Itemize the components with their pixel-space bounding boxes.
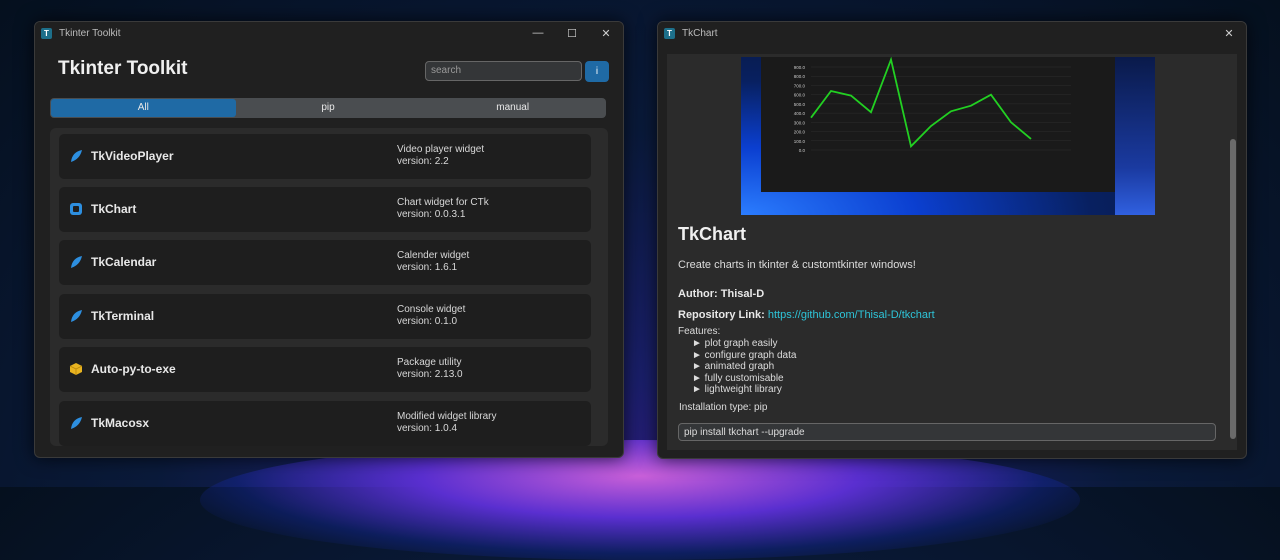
chart-preview: 900.0 800.0 700.0 600.0 500.0 400.0 300.0 200.0… (761, 57, 1121, 192)
list-item[interactable]: Auto-py-to-exe Package utility version: 2… (59, 347, 591, 392)
package-desc: Calender widget (397, 250, 470, 261)
page-title: Tkinter Toolkit (58, 58, 188, 79)
window-controls: ✕ (1212, 27, 1246, 40)
package-name: TkMacosx (91, 416, 150, 430)
preview-chart-svg: 900.0 800.0 700.0 600.0 500.0 400.0 300.0 200.0… (794, 57, 1071, 153)
package-version: version: 1.0.4 (397, 423, 458, 434)
features-list: ► plot graph easily ► configure graph da… (692, 338, 796, 396)
package-version: version: 1.6.1 (397, 262, 458, 273)
package-version: version: 0.0.3.1 (397, 209, 466, 220)
title-bar[interactable]: T Tkinter Toolkit — ☐ ✕ (35, 22, 623, 44)
search-input[interactable]: search (425, 61, 582, 81)
leaf-icon (71, 417, 82, 429)
app-icon: T (664, 27, 675, 39)
package-version: version: 0.1.0 (397, 316, 458, 327)
package-list[interactable]: TkVideoPlayer Video player widget version… (50, 128, 608, 446)
y-tick-label: 600.0 (794, 93, 806, 98)
package-desc: Video player widget (397, 144, 485, 155)
package-desc: Console widget (397, 304, 466, 315)
title-bar[interactable]: T TkChart ✕ (658, 22, 1246, 44)
install-command-field[interactable]: pip install tkchart --upgrade (678, 423, 1216, 441)
app-icon: T (41, 27, 52, 39)
package-info: Video player widget version: 2.2 (397, 144, 484, 168)
list-item[interactable]: TkVideoPlayer Video player widget version… (59, 134, 591, 179)
package-name: TkTerminal (91, 309, 155, 323)
repo-label: Repository Link: (678, 309, 768, 321)
package-name: TkVideoPlayer (91, 149, 174, 163)
package-name: TkCalendar (91, 255, 157, 269)
scrollbar[interactable] (1230, 139, 1236, 439)
feature-item: ► configure graph data (692, 349, 797, 361)
package-desc: Package utility (397, 357, 462, 368)
window-title: TkChart (682, 27, 718, 39)
package-info: Modified widget library version: 1.0.4 (397, 411, 497, 435)
package-desc: Chart widget for CTk (397, 197, 489, 208)
filter-pip[interactable]: pip (236, 99, 421, 117)
y-tick-label: 500.0 (794, 102, 806, 107)
minimize-icon[interactable]: — (521, 27, 555, 40)
y-tick-label: 200.0 (794, 130, 806, 135)
package-info: Calender widget version: 1.6.1 (397, 250, 469, 274)
maximize-icon[interactable]: ☐ (555, 27, 589, 40)
list-item[interactable]: TkMacosx Modified widget library version:… (59, 401, 591, 446)
list-item[interactable]: TkCalendar Calender widget version: 1.6.1 (59, 240, 591, 285)
feature-item: ► animated graph (692, 361, 775, 372)
feature-item: ► lightweight library (692, 384, 782, 395)
package-name: Auto-py-to-exe (91, 362, 176, 376)
toolkit-window: T Tkinter Toolkit — ☐ ✕ Tkinter Toolkit … (34, 21, 624, 458)
install-type: Installation type: pip (679, 402, 768, 413)
y-tick-label: 400.0 (794, 111, 806, 116)
window-title: Tkinter Toolkit (59, 27, 121, 39)
author: Author: Thisal-D (678, 288, 765, 300)
feature-item: ► fully customisable (692, 372, 784, 384)
features-heading: Features: (678, 326, 721, 337)
filter-manual[interactable]: manual (420, 99, 605, 117)
package-desc: Modified widget library (397, 411, 497, 422)
package-version: version: 2.2 (397, 156, 449, 167)
leaf-icon (71, 256, 82, 268)
repo-link[interactable]: https://github.com/Thisal-D/tkchart (768, 309, 935, 321)
list-item[interactable]: TkChart Chart widget for CTk version: 0.0… (59, 187, 591, 232)
package-info: Console widget version: 0.1.0 (397, 304, 465, 328)
y-tick-label: 700.0 (794, 83, 806, 88)
package-title: TkChart (678, 224, 747, 244)
list-item[interactable]: TkTerminal Console widget version: 0.1.0 (59, 294, 591, 339)
y-tick-label: 0.0 (799, 148, 806, 153)
preview-image: 900.0 800.0 700.0 600.0 500.0 400.0 300.0 200.0… (741, 57, 1155, 215)
close-icon[interactable]: ✕ (589, 27, 623, 40)
y-tick-label: 100.0 (794, 139, 806, 144)
package-name: TkChart (91, 202, 137, 216)
feature-item: ► plot graph easily (692, 338, 778, 349)
header: Tkinter Toolkit search i (35, 44, 623, 96)
window-controls: — ☐ ✕ (521, 27, 623, 40)
cube-icon (69, 363, 83, 375)
y-tick-label: 800.0 (794, 74, 806, 79)
package-version: version: 2.13.0 (397, 369, 463, 380)
detail-panel: 900.0 800.0 700.0 600.0 500.0 400.0 300.0 200.0… (667, 54, 1237, 450)
chart-series-line (810, 57, 1032, 149)
square-icon (70, 203, 82, 215)
leaf-icon (71, 150, 82, 162)
y-tick-label: 900.0 (794, 65, 806, 70)
repository: Repository Link: https://github.com/This… (678, 309, 935, 321)
filter-segmented-control: All pip manual (50, 98, 606, 118)
package-info: Package utility version: 2.13.0 (397, 357, 463, 381)
filter-all[interactable]: All (51, 99, 236, 117)
detail-window: T TkChart ✕ 900.0 800.0 700.0 600.0 500.0 400… (657, 21, 1247, 459)
y-tick-label: 300.0 (794, 120, 806, 125)
package-info: Chart widget for CTk version: 0.0.3.1 (397, 197, 489, 221)
package-description: Create charts in tkinter & customtkinter… (678, 259, 916, 271)
leaf-icon (71, 310, 82, 322)
close-icon[interactable]: ✕ (1212, 27, 1246, 40)
info-button[interactable]: i (585, 61, 609, 82)
